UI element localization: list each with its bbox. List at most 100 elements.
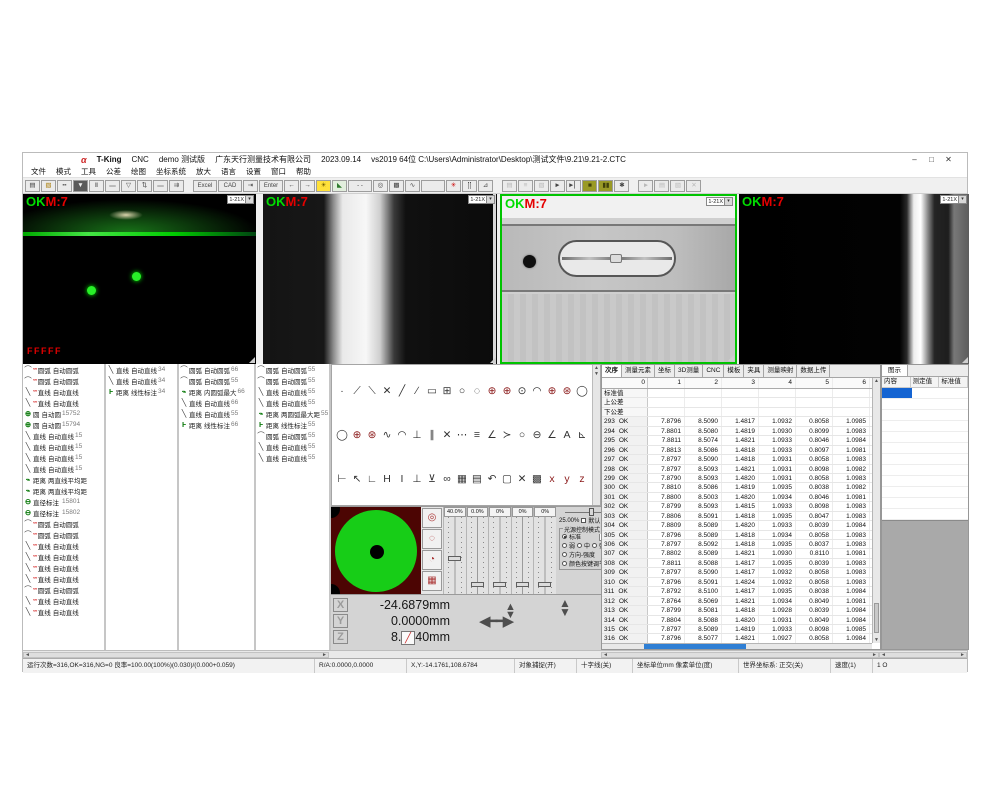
measure-list-item[interactable]: ⊕圆自动圆15752: [23, 408, 104, 419]
palette-tool-icon[interactable]: A: [560, 428, 574, 443]
detail-row[interactable]: [882, 498, 968, 509]
pillar-tool-button[interactable]: Ⅱ: [89, 180, 104, 192]
table-tab[interactable]: CNC: [703, 365, 724, 377]
setup-tool-button[interactable]: ✱: [614, 180, 629, 192]
measure-list-item[interactable]: ╲直线自动直线15: [23, 452, 104, 463]
result-row[interactable]: 310OK7.87968.50911.48241.09320.80581.098…: [602, 578, 872, 587]
palette-tool-icon[interactable]: ▤: [470, 472, 484, 487]
palette-tool-icon[interactable]: ∥: [425, 428, 439, 443]
palette-tool-icon[interactable]: ⊕: [500, 384, 514, 399]
palette-tool-icon[interactable]: ⟋: [350, 384, 364, 399]
palette-scrollbar[interactable]: ▲▼: [592, 365, 600, 505]
ring-light-mode-button[interactable]: ◌: [422, 529, 442, 549]
palette-tool-icon[interactable]: ▩: [530, 472, 544, 487]
palette-tool-icon[interactable]: z: [575, 472, 589, 487]
palette-tool-icon[interactable]: ⊕: [350, 428, 364, 443]
menu-item[interactable]: 放大: [191, 166, 216, 177]
ring-light-mode-button[interactable]: ◔: [422, 550, 442, 570]
result-row[interactable]: 295OK7.88118.50741.48211.09330.80461.098…: [602, 436, 872, 445]
measure-list-item[interactable]: ╲***直线自动直线: [23, 606, 104, 617]
cad-export-button[interactable]: CAD: [218, 180, 242, 192]
result-row[interactable]: 312OK7.87648.50691.48211.09340.80491.098…: [602, 597, 872, 606]
slider-thumb[interactable]: [471, 582, 484, 587]
lists-hscrollbar[interactable]: ◄►: [23, 652, 329, 658]
light-slider[interactable]: 40.0%: [443, 507, 466, 594]
result-row[interactable]: 303OK7.88068.50911.48181.09350.80471.098…: [602, 512, 872, 521]
save-file-button[interactable]: ▤: [25, 180, 40, 192]
slider-track[interactable]: [534, 517, 556, 594]
palette-tool-icon[interactable]: ✕: [515, 472, 529, 487]
close-button[interactable]: ✕: [940, 155, 957, 164]
slider-thumb[interactable]: [493, 582, 506, 587]
table-hscrollbar[interactable]: [602, 643, 872, 649]
camera-view-4[interactable]: OKM:71-21X▾: [739, 194, 969, 364]
slider-track[interactable]: [512, 517, 534, 594]
detail-row[interactable]: [882, 443, 968, 454]
level-radio[interactable]: [562, 543, 567, 548]
palette-tool-icon[interactable]: ↖: [350, 472, 364, 487]
detail-row[interactable]: [882, 454, 968, 465]
measure-list-item[interactable]: ╲直线自动直线15: [23, 430, 104, 441]
star-tool-button[interactable]: ✳: [446, 180, 461, 192]
detail-row[interactable]: [882, 399, 968, 410]
palette-tool-icon[interactable]: ⊖: [530, 428, 544, 443]
result-row[interactable]: 306OK7.87978.50921.48181.09350.80371.098…: [602, 540, 872, 549]
table-tab[interactable]: 夹具: [744, 365, 764, 377]
maximize-button[interactable]: □: [923, 155, 940, 164]
palette-tool-icon[interactable]: ╱: [395, 384, 409, 399]
palette-tool-icon[interactable]: ▦: [455, 472, 469, 487]
palette-tool-icon[interactable]: ≻: [500, 428, 514, 443]
palette-tool-icon[interactable]: ⋯: [455, 428, 469, 443]
measure-list-item[interactable]: ╲直线自动直线15: [23, 463, 104, 474]
menu-item[interactable]: 语言: [216, 166, 241, 177]
palette-tool-icon[interactable]: ⊾: [575, 428, 589, 443]
measure-list-item[interactable]: Ⱶ距离线性标注55: [256, 419, 329, 430]
zoom-tool-button[interactable]: ◎: [373, 180, 388, 192]
measure-list-item[interactable]: ⌒圆弧自动圆弧55: [256, 364, 329, 375]
palette-tool-icon[interactable]: ⊕: [485, 384, 499, 399]
color-radio[interactable]: [562, 561, 567, 566]
palette-tool-icon[interactable]: ∕: [410, 384, 424, 399]
measure-list-item[interactable]: ⌒圆弧自动圆弧55: [256, 430, 329, 441]
palette-tool-icon[interactable]: ⊻: [425, 472, 439, 487]
palette-tool-icon[interactable]: ▢: [500, 472, 514, 487]
palette-tool-icon[interactable]: ✕: [440, 428, 454, 443]
camera-zoom-select[interactable]: 1-21X▾: [227, 195, 254, 204]
detail-row[interactable]: [882, 432, 968, 443]
arrow-right-button[interactable]: →: [300, 180, 315, 192]
measure-list-item[interactable]: ⊕圆自动圆15794: [23, 419, 104, 430]
light-bulb-button[interactable]: ☀: [316, 180, 331, 192]
measure-list-item[interactable]: ╲直线自动直线55: [256, 452, 329, 463]
menu-item[interactable]: 窗口: [266, 166, 291, 177]
detail-row[interactable]: [882, 476, 968, 487]
menu-item[interactable]: 坐标系统: [151, 166, 191, 177]
detail-row[interactable]: [882, 421, 968, 432]
run-to-end-button[interactable]: ►▏: [566, 180, 581, 192]
probe-light-button[interactable]: ▽: [121, 180, 136, 192]
measure-list-item[interactable]: ⌒圆弧自动圆弧55: [179, 375, 254, 386]
palette-tool-icon[interactable]: ·: [335, 384, 349, 399]
slider-thumb[interactable]: [448, 556, 461, 561]
block-a-button[interactable]: ▬: [105, 180, 120, 192]
camera-zoom-select[interactable]: 1-21X▾: [940, 195, 967, 204]
palette-tool-icon[interactable]: ⊛: [560, 384, 574, 399]
palette-tool-icon[interactable]: ⟍: [365, 384, 379, 399]
dashed-tool-button[interactable]: ╍: [57, 180, 72, 192]
standard-radio[interactable]: [562, 534, 567, 539]
dots-tool-button[interactable]: ⣿: [462, 180, 477, 192]
measure-list-item[interactable]: ╲直线自动直线34: [106, 364, 177, 375]
palette-tool-icon[interactable]: ◠: [530, 384, 544, 399]
table-tab[interactable]: 坐标: [655, 365, 675, 377]
result-row[interactable]: 309OK7.87978.50901.48171.09320.80581.098…: [602, 568, 872, 577]
measure-list-item[interactable]: ⌒***圆弧自动圆弧: [23, 518, 104, 529]
measure-list-item[interactable]: ⌁距离两直线平均距: [23, 474, 104, 485]
result-row[interactable]: 314OK7.88048.50881.48201.09310.80491.098…: [602, 616, 872, 625]
light-slider[interactable]: 0%: [533, 507, 556, 594]
chart-tool-button[interactable]: ⊿: [478, 180, 493, 192]
menu-item[interactable]: 设置: [241, 166, 266, 177]
detail-row[interactable]: [882, 410, 968, 421]
palette-tool-icon[interactable]: ⊙: [515, 384, 529, 399]
camera-view-1[interactable]: FFFFF OKM:71-21X▾: [23, 194, 256, 364]
close-2-button[interactable]: ✕: [686, 180, 701, 192]
measure-list-item[interactable]: ⌒圆弧自动圆弧55: [256, 375, 329, 386]
